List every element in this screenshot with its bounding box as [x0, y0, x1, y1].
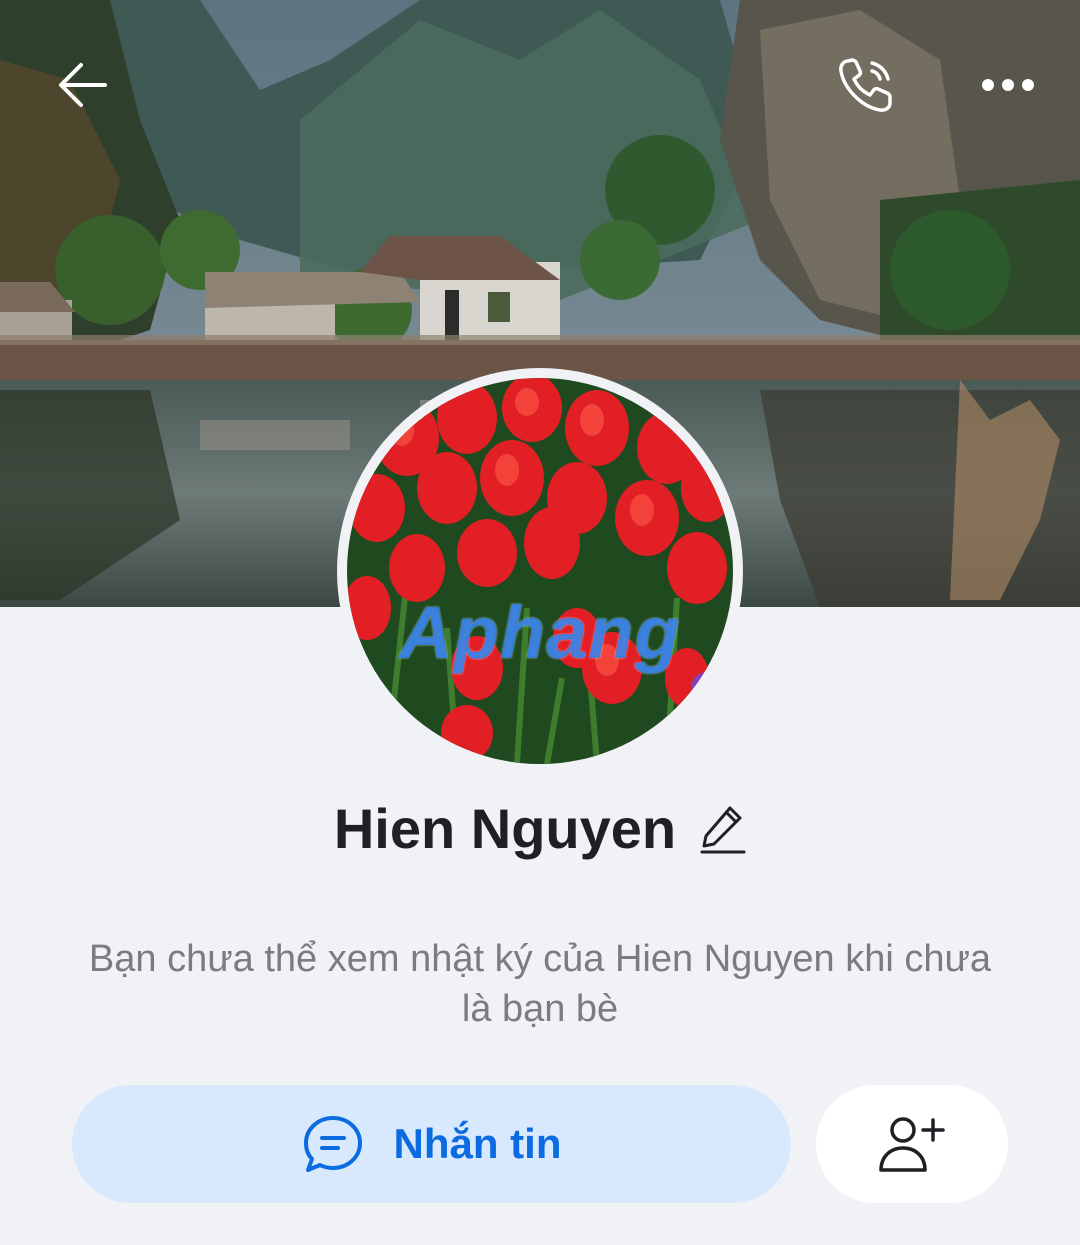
arrow-left-icon: [59, 63, 107, 107]
avatar-image: Aphang: [347, 378, 733, 764]
add-person-icon: [879, 1117, 945, 1172]
pencil-icon[interactable]: [700, 802, 746, 854]
chat-bubble-icon: [303, 1116, 362, 1172]
privacy-notice: Bạn chưa thể xem nhật ký của Hien Nguyen…: [88, 938, 992, 1030]
back-button[interactable]: [48, 50, 118, 120]
avatar[interactable]: Aphang: [337, 368, 743, 774]
add-friend-button[interactable]: [816, 1085, 1008, 1203]
profile-name: Hien Nguyen: [333, 796, 677, 860]
phone-icon: [839, 58, 892, 112]
message-button[interactable]: Nhắn tin: [72, 1085, 791, 1203]
more-options-button[interactable]: [970, 50, 1046, 120]
more-dots-icon: [982, 79, 1034, 91]
tulip-photo: [347, 378, 733, 764]
message-button-label: Nhắn tin: [393, 1120, 562, 1167]
call-button[interactable]: [828, 50, 904, 120]
avatar-watermark: Aphang: [399, 591, 681, 674]
profile-name-row: Hien Nguyen: [0, 788, 1080, 868]
